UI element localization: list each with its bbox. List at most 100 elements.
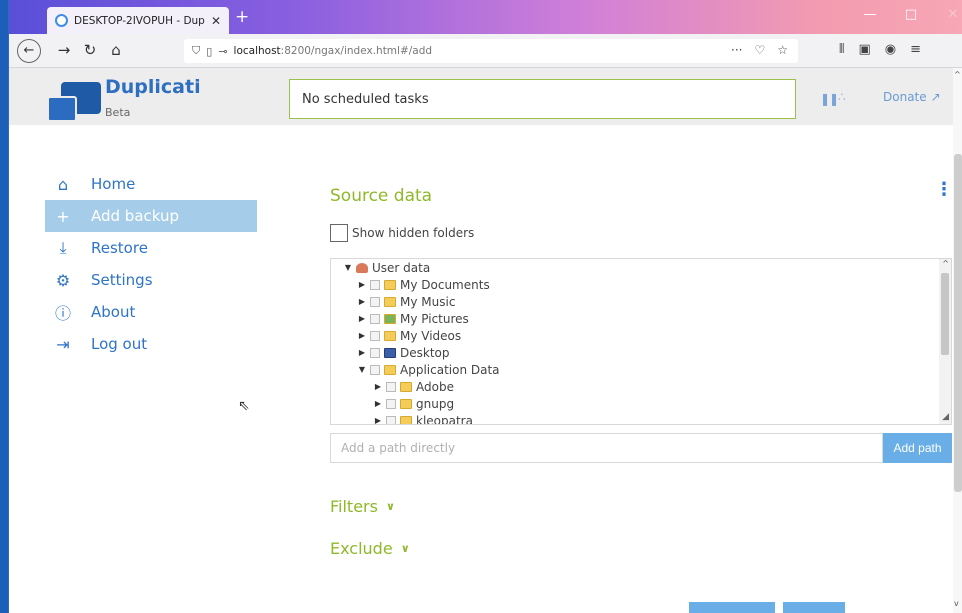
caret-right-icon[interactable]: ▶ (373, 382, 383, 391)
menu-item-logout[interactable]: ⇥ Log out (45, 328, 257, 360)
caret-right-icon[interactable]: ▶ (357, 314, 367, 323)
show-hidden-checkbox[interactable] (330, 224, 348, 242)
previous-button[interactable] (689, 602, 775, 613)
folder-tree-list: ▼ User data ▶ My Documents ▶ My Music ▶ My Pict… (331, 259, 939, 425)
url-actions: ··· ♡ ☆ (731, 43, 788, 57)
tab-title: DESKTOP-2IVOPUH - Duplicati (74, 14, 205, 27)
minimize-button[interactable]: — (856, 7, 884, 23)
menu-item-label: Add backup (91, 207, 180, 225)
caret-right-icon[interactable]: ▶ (373, 416, 383, 424)
scroll-up-icon[interactable]: ^ (942, 259, 949, 268)
tab-close-icon[interactable]: ✕ (211, 14, 221, 28)
kebab-menu-icon[interactable]: ⋮ (935, 181, 953, 199)
throttle-icon[interactable]: ∴ (838, 90, 846, 104)
restore-icon: ⤓ (59, 238, 67, 257)
external-link-icon: ↗ (930, 90, 941, 104)
resize-grip-icon[interactable]: ◢ (942, 412, 949, 422)
tree-checkbox[interactable] (370, 296, 380, 307)
forward-arrow-icon[interactable]: → (53, 40, 75, 60)
menu-item-label: Log out (91, 335, 148, 353)
menu-item-home[interactable]: ⌂ Home (45, 168, 257, 200)
plus-icon: + (56, 206, 70, 226)
path-input[interactable] (330, 433, 883, 463)
pause-icon[interactable]: ❚❚ (820, 92, 839, 106)
tree-checkbox[interactable] (386, 398, 396, 409)
url-bar[interactable]: ⛉ ▯ ⊸ localhost:8200/ngax/index.html#/ad… (184, 39, 798, 63)
page-scrollbar[interactable]: ^ v (953, 68, 962, 613)
menu-item-settings[interactable]: ⚙ Settings (45, 264, 257, 296)
tree-node[interactable]: ▶ My Pictures (331, 310, 939, 327)
bookmark-star-icon[interactable]: ☆ (777, 43, 788, 57)
tab-strip: DESKTOP-2IVOPUH - Duplicati ✕ + — □ ✕ (9, 0, 962, 34)
tree-node-label: kleopatra (416, 413, 473, 425)
browser-window: DESKTOP-2IVOPUH - Duplicati ✕ + — □ ✕ ← … (8, 0, 962, 613)
home-icon: ⌂ (57, 174, 69, 194)
caret-right-icon[interactable]: ▶ (357, 280, 367, 289)
tree-scroll-thumb[interactable] (941, 273, 949, 355)
close-window-button[interactable]: ✕ (939, 7, 962, 23)
tree-checkbox[interactable] (386, 381, 396, 392)
desktop-folder-icon (384, 347, 396, 358)
page-scroll-thumb[interactable] (954, 154, 962, 492)
tree-checkbox[interactable] (370, 364, 380, 375)
account-icon[interactable]: ◉ (885, 42, 896, 57)
donate-link[interactable]: Donate ↗ (883, 90, 941, 104)
next-button[interactable] (783, 602, 845, 613)
maximize-button[interactable]: □ (897, 7, 925, 23)
folder-tree[interactable]: ▼ User data ▶ My Documents ▶ My Music ▶ My Pict… (330, 258, 952, 425)
duplicati-favicon-icon (55, 14, 68, 27)
page-scroll-up-icon[interactable]: ^ (954, 70, 961, 79)
tree-node[interactable]: ▶ My Videos (331, 327, 939, 344)
tree-node[interactable]: ▶ My Documents (331, 276, 939, 293)
exclude-toggle[interactable]: Exclude ∨ (330, 539, 410, 558)
main-menu: ⌂ Home + Add backup ⤓ Restore ⚙ Settings… (45, 168, 257, 360)
tree-node[interactable]: ▼ User data (331, 259, 939, 276)
tree-checkbox[interactable] (370, 330, 380, 341)
library-icon[interactable]: ⫴ (839, 42, 844, 57)
tree-node[interactable]: ▶ Desktop (331, 344, 939, 361)
music-folder-icon (384, 296, 396, 307)
caret-right-icon[interactable]: ▶ (373, 399, 383, 408)
menu-item-add-backup[interactable]: + Add backup (45, 200, 257, 232)
user-folder-icon (356, 262, 368, 273)
tree-node-label: gnupg (416, 396, 455, 411)
caret-right-icon[interactable]: ▶ (357, 348, 367, 357)
filters-toggle[interactable]: Filters ∨ (330, 497, 395, 516)
show-hidden-folders-toggle[interactable]: Show hidden folders (330, 224, 474, 242)
tree-checkbox[interactable] (370, 347, 380, 358)
tree-scrollbar[interactable]: ^ (939, 259, 951, 424)
tree-node[interactable]: ▶ kleopatra (331, 412, 939, 425)
tree-node[interactable]: ▶ gnupg (331, 395, 939, 412)
home-browser-icon[interactable]: ⌂ (105, 40, 127, 60)
menu-item-restore[interactable]: ⤓ Restore (45, 232, 257, 264)
more-actions-icon[interactable]: ··· (731, 43, 742, 57)
chevron-down-icon: ∨ (385, 500, 395, 513)
caret-right-icon[interactable]: ▶ (357, 297, 367, 306)
tree-node[interactable]: ▶ Adobe (331, 378, 939, 395)
tree-node[interactable]: ▶ My Music (331, 293, 939, 310)
menu-item-about[interactable]: ⓘ About (45, 296, 257, 328)
tree-node[interactable]: ▼ Application Data (331, 361, 939, 378)
back-arrow-icon[interactable]: ← (17, 39, 41, 63)
tree-checkbox[interactable] (370, 313, 380, 324)
tree-checkbox[interactable] (386, 415, 396, 424)
add-path-button[interactable]: Add path (883, 433, 952, 463)
shield-icon[interactable]: ⛉ (192, 44, 200, 58)
new-tab-button[interactable]: + (235, 7, 249, 27)
status-text: No scheduled tasks (302, 91, 429, 107)
url-host: localhost (233, 45, 281, 57)
page-scroll-down-icon[interactable]: v (954, 599, 959, 608)
tree-checkbox[interactable] (370, 279, 380, 290)
browser-tab[interactable]: DESKTOP-2IVOPUH - Duplicati ✕ (47, 7, 229, 34)
hamburger-menu-icon[interactable]: ≡ (910, 42, 921, 57)
pocket-icon[interactable]: ♡ (754, 43, 765, 57)
caret-down-icon[interactable]: ▼ (343, 263, 353, 272)
caret-down-icon[interactable]: ▼ (357, 365, 367, 374)
menu-item-label: Restore (91, 239, 148, 257)
reload-icon[interactable]: ↻ (79, 40, 101, 60)
sidebar-icon[interactable]: ▣ (858, 42, 870, 57)
tree-node-label: My Documents (400, 277, 490, 292)
exclude-label: Exclude (330, 539, 393, 558)
caret-right-icon[interactable]: ▶ (357, 331, 367, 340)
menu-item-label: Home (91, 175, 136, 193)
